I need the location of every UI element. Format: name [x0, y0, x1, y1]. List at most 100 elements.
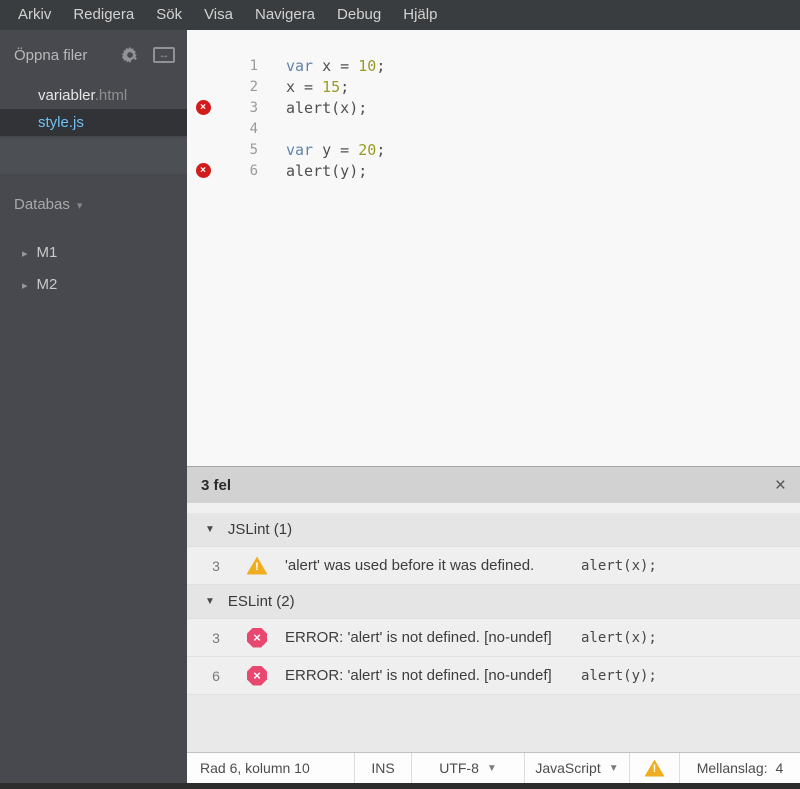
close-icon[interactable]: × — [775, 476, 786, 495]
code-token: x = — [313, 56, 359, 75]
problem-message: 'alert' was used before it was defined. — [285, 557, 535, 574]
error-icon: × — [247, 627, 267, 648]
problems-panel-header: 3 fel × — [187, 467, 800, 503]
code-editor[interactable]: 1 var x = 10; 2 x = 15; × 3 alert(x); 4 5 var y =… — [187, 30, 800, 466]
problem-code-snippet: alert(x); — [581, 557, 657, 574]
code-line: 1 var x = 10; — [187, 55, 800, 76]
warning-icon — [644, 759, 665, 777]
menu-item-arkiv[interactable]: Arkiv — [7, 0, 62, 30]
linter-section-label: JSLint (1) — [227, 521, 293, 538]
code-text: alert(x); — [258, 99, 367, 117]
line-number: 4 — [249, 120, 258, 137]
cursor-position[interactable]: Rad 6, kolumn 10 — [187, 753, 355, 783]
menu-item-visa[interactable]: Visa — [193, 0, 244, 30]
line-number: 3 — [249, 99, 258, 116]
language-value: JavaScript — [535, 760, 601, 776]
code-token: var — [286, 140, 314, 159]
menu-item-hjälp[interactable]: Hjälp — [392, 0, 448, 30]
chevron-down-icon: ▼ — [205, 596, 215, 607]
problem-row[interactable]: 6 × ERROR: 'alert' is not defined. [no-und… — [187, 657, 800, 695]
chevron-right-icon: ▸ — [22, 248, 28, 260]
gutter-error-column: × — [187, 163, 219, 178]
tree-item-label: M1 — [36, 244, 58, 261]
file-item-variabler[interactable]: variabler.html — [0, 82, 187, 109]
menu-item-navigera[interactable]: Navigera — [244, 0, 326, 30]
menu-item-redigera[interactable]: Redigera — [62, 0, 145, 30]
brackets-window: Arkiv Redigera Sök Visa Navigera Debug Hjälp Ö… — [0, 0, 800, 789]
file-name: variabler — [38, 87, 95, 104]
chevron-down-icon: ▼ — [608, 762, 619, 774]
gear-icon[interactable] — [121, 46, 139, 64]
problems-panel: 3 fel × ▼ JSLint (1) 3 'alert' was used bef… — [187, 466, 800, 752]
open-files-title: Öppna filer — [14, 46, 88, 64]
code-token: x = — [286, 77, 323, 96]
sidebar: Öppna filer ↔ variabler.html style.js Dat… — [0, 30, 187, 783]
code-text: alert(y); — [258, 162, 367, 180]
file-item-style-js[interactable]: style.js — [0, 109, 187, 136]
code-token: ; — [376, 140, 386, 159]
indent-settings[interactable]: Mellanslag: 4 — [680, 753, 800, 783]
line-number: 6 — [249, 162, 258, 179]
menu-item-sök[interactable]: Sök — [145, 0, 193, 30]
menu-bar: Arkiv Redigera Sök Visa Navigera Debug Hjälp — [0, 0, 800, 30]
code-line: 5 var y = 20; — [187, 139, 800, 160]
panel-spacer — [187, 503, 800, 513]
language-dropdown[interactable]: JavaScript ▼ — [525, 753, 630, 783]
tree-item-m1[interactable]: ▸ M1 — [0, 237, 187, 269]
problem-code-snippet: alert(y); — [581, 667, 657, 684]
code-token: 15 — [322, 77, 341, 96]
code-text: var y = 20; — [258, 141, 385, 159]
split-view-icon[interactable]: ↔ — [153, 47, 175, 63]
open-files-header: Öppna filer ↔ — [0, 30, 187, 74]
code-token: ; — [376, 56, 386, 75]
problem-code-snippet: alert(x); — [581, 629, 657, 646]
status-bar: Rad 6, kolumn 10 INS UTF-8 ▼ JavaScript … — [187, 752, 800, 783]
code-token: ; — [340, 77, 350, 96]
encoding-dropdown[interactable]: UTF-8 ▼ — [412, 753, 525, 783]
lint-status-indicator[interactable] — [630, 753, 680, 783]
linter-section-eslint[interactable]: ▼ ESLint (2) — [187, 585, 800, 619]
chevron-down-icon: ▼ — [205, 524, 215, 535]
problem-icon-cell: × — [229, 627, 285, 648]
code-line: 4 — [187, 118, 800, 139]
problem-line-number: 6 — [212, 667, 220, 684]
problem-row[interactable]: 3 × ERROR: 'alert' is not defined. [no-und… — [187, 619, 800, 657]
error-icon: × — [247, 665, 267, 686]
encoding-value: UTF-8 — [439, 760, 479, 776]
problem-icon-cell: × — [229, 665, 285, 686]
insert-mode-indicator[interactable]: INS — [355, 753, 412, 783]
problem-line-number: 3 — [212, 557, 220, 574]
project-dropdown[interactable]: Databas ▾ — [0, 196, 187, 213]
file-name: style.js — [38, 114, 84, 131]
tree-item-m2[interactable]: ▸ M2 — [0, 269, 187, 301]
menu-item-debug[interactable]: Debug — [326, 0, 392, 30]
open-files-list: variabler.html style.js — [0, 82, 187, 136]
code-line: × 6 alert(y); — [187, 160, 800, 181]
project-name: Databas — [14, 196, 70, 213]
code-token: var — [286, 56, 314, 75]
chevron-down-icon: ▼ — [486, 762, 497, 774]
indent-value: 4 — [775, 760, 784, 776]
gutter-error-column: × — [187, 100, 219, 115]
main-area: 1 var x = 10; 2 x = 15; × 3 alert(x); 4 5 var y =… — [187, 30, 800, 783]
line-number: 2 — [249, 78, 258, 95]
problems-list: ▼ JSLint (1) 3 'alert' was used before it w… — [187, 513, 800, 752]
problem-row[interactable]: 3 'alert' was used before it was defined.… — [187, 547, 800, 585]
chevron-down-icon: ▾ — [76, 200, 83, 212]
working-set-band — [0, 138, 187, 174]
code-text: var x = 10; — [258, 57, 385, 75]
code-token: alert(y); — [286, 161, 368, 180]
error-icon: × — [195, 100, 211, 115]
project-file-tree: ▸ M1 ▸ M2 — [0, 237, 187, 301]
linter-section-jslint[interactable]: ▼ JSLint (1) — [187, 513, 800, 547]
error-icon: × — [195, 163, 211, 178]
code-line: × 3 alert(x); — [187, 97, 800, 118]
tree-item-label: M2 — [36, 276, 58, 293]
problem-message: ERROR: 'alert' is not defined. [no-undef… — [285, 667, 552, 684]
panel-filler — [187, 695, 800, 752]
code-token: alert(x); — [286, 98, 368, 117]
panel-title: 3 fel — [201, 476, 232, 494]
problem-line-number: 3 — [212, 629, 220, 646]
code-token: 10 — [358, 56, 377, 75]
line-number: 5 — [249, 141, 258, 158]
